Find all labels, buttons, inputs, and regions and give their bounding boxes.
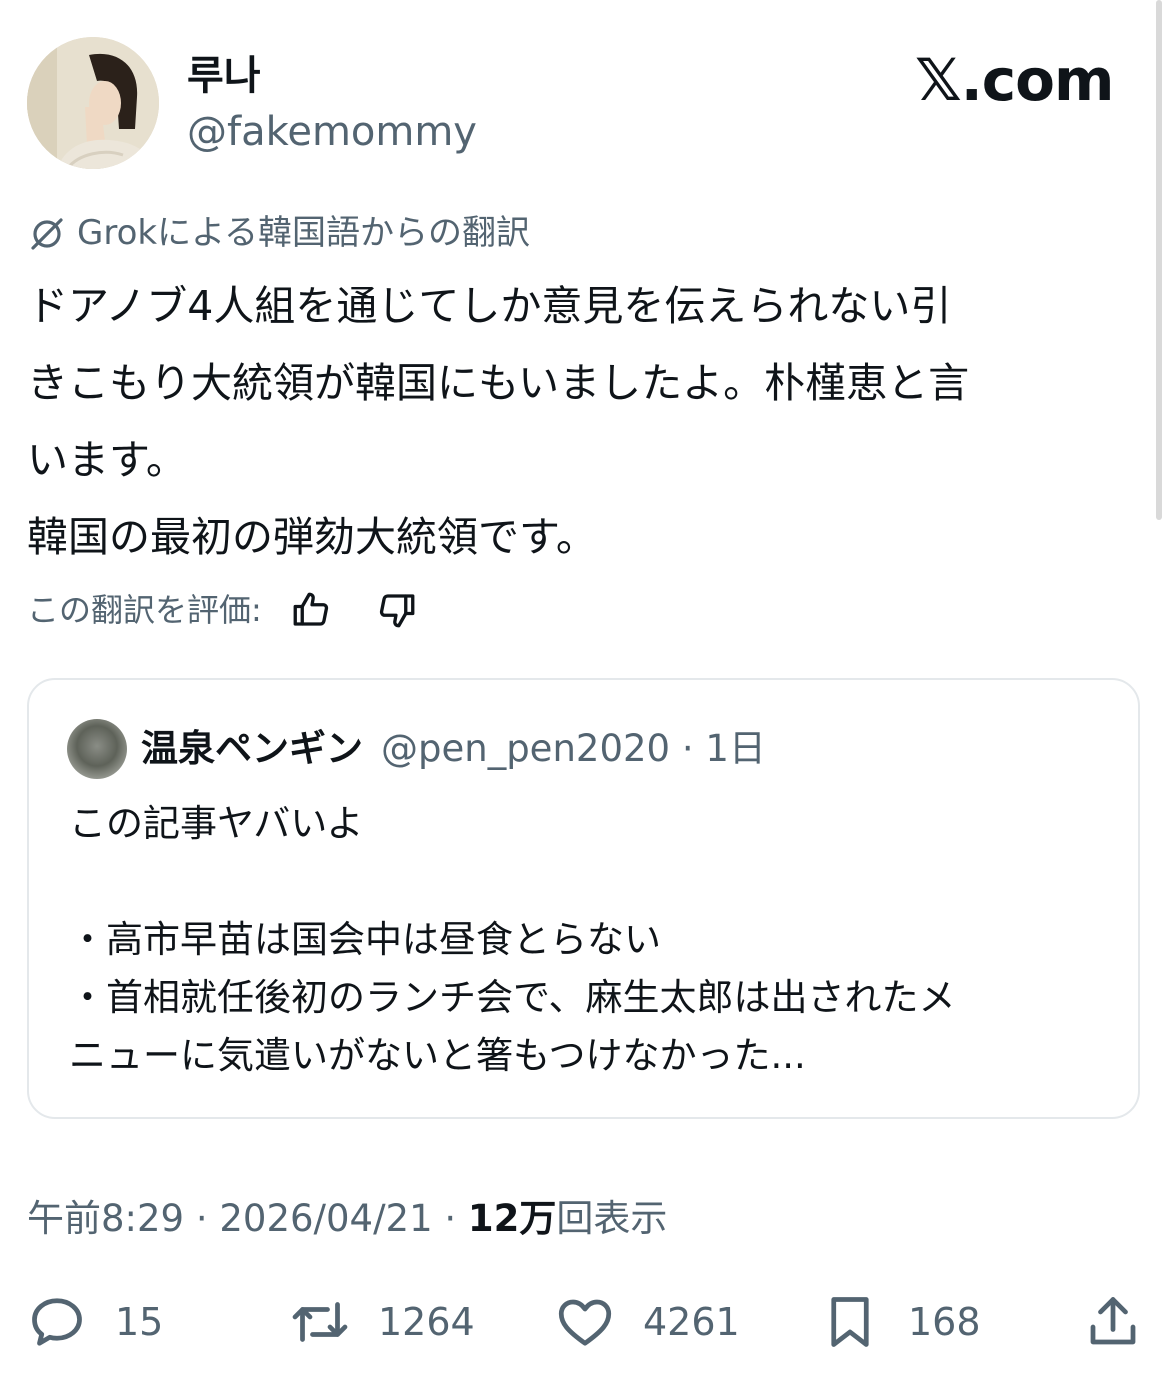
like-button[interactable]: 4261 [555,1290,740,1354]
quoted-tweet-text: この記事ヤバいよ ・高市早苗は国会中は昼食とらない ・首相就任後初のランチ会で、… [69,795,1109,1085]
tweet-text: ドアノブ4人組を通じてしか意見を伝えられない引 きこもり大統領が韓国にもいました… [27,268,1137,576]
tweet-timestamp-views: 午前8:29 · 2026/04/21 · 12万回表示 [27,1194,667,1244]
view-label: 回表示 [556,1197,668,1240]
user-handle[interactable]: @fakemommy [187,106,477,158]
thumbs-up-button[interactable] [286,585,336,635]
quoted-line: ニューに気遣いがないと箸もつけなかった... [69,1034,806,1077]
tweet-line: います。 [27,436,187,484]
quoted-avatar[interactable] [67,719,127,779]
repost-count: 1264 [378,1300,475,1344]
profile-avatar[interactable] [27,37,159,169]
bookmark-icon [831,1297,869,1347]
display-name[interactable]: 루나 [187,50,261,102]
bookmark-button[interactable]: 168 [820,1290,981,1354]
share-button[interactable] [1083,1290,1143,1354]
translation-attribution: Grokによる韓国語からの翻訳 [27,210,530,256]
repost-button[interactable]: 1264 [290,1290,475,1354]
brand-logo: 𝕏.com [915,46,1114,114]
quoted-line: この記事ヤバいよ [69,802,364,845]
repost-icon [292,1302,348,1342]
thumbs-down-icon [379,594,415,628]
view-count: 12万 [467,1197,557,1240]
grok-icon [31,218,63,250]
tweet-line: ドアノブ4人組を通じてしか意見を伝えられない引 [27,282,952,330]
reply-button[interactable]: 15 [27,1290,163,1354]
reply-icon [32,1298,82,1346]
thumbs-up-icon [293,592,328,626]
rate-translation-row: この翻訳を評価: [27,585,422,635]
bookmark-count: 168 [908,1300,981,1344]
like-count: 4261 [643,1300,740,1344]
reply-count: 15 [115,1300,164,1344]
quoted-tweet-header: 温泉ペンギン @pen_pen2020 · 1日 [67,718,766,780]
share-icon [1090,1297,1136,1345]
scrollbar[interactable] [1156,0,1162,520]
quoted-line: ・高市早苗は国会中は昼食とらない [69,918,661,961]
rate-label: この翻訳を評価: [27,591,262,629]
tweet-line: きこもり大統領が韓国にもいましたよ。朴槿恵と言 [27,359,970,407]
thumbs-down-button[interactable] [372,585,422,635]
quoted-line: ・首相就任後初のランチ会で、麻生太郎は出されたメ [69,976,956,1019]
quoted-tweet-card[interactable]: 温泉ペンギン @pen_pen2020 · 1日 この記事ヤバいよ ・高市早苗は… [27,678,1140,1119]
heart-icon [558,1299,612,1346]
tweet-time[interactable]: 午前8:29 · 2026/04/21 · [27,1197,468,1240]
tweet-line: 韓国の最初の弾劾大統領です。 [27,513,597,561]
quoted-handle-time: @pen_pen2020 · 1日 [381,727,766,770]
quoted-display-name[interactable]: 温泉ペンギン [141,725,363,773]
translation-label: Grokによる韓国語からの翻訳 [77,213,531,253]
